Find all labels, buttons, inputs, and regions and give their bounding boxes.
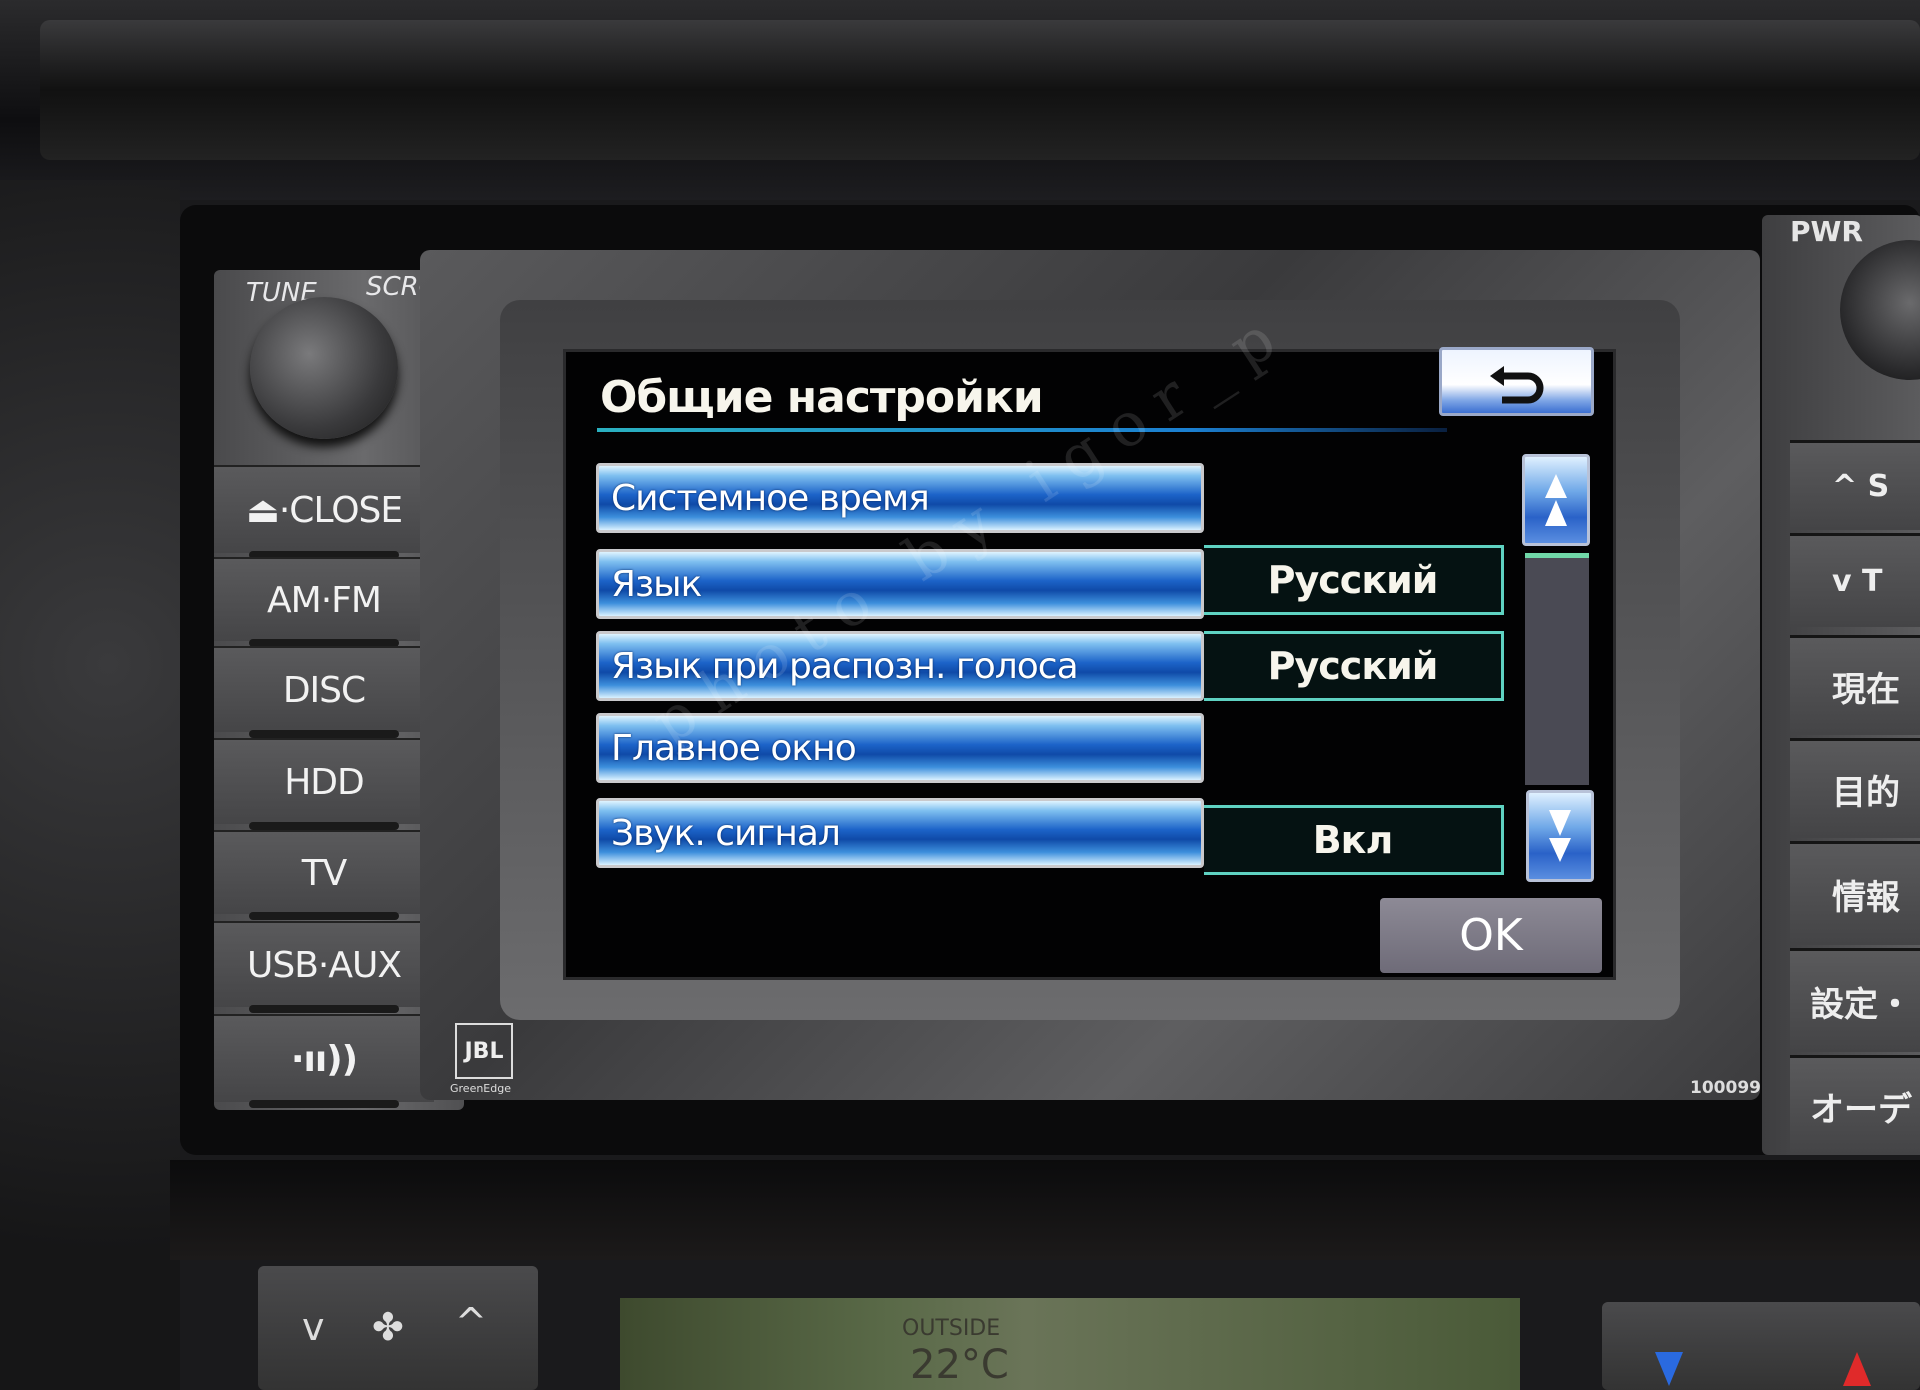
temperature-control-panel <box>1602 1302 1920 1390</box>
serial-number: 100099 <box>1690 1078 1761 1098</box>
temp-up-icon[interactable] <box>1843 1352 1871 1386</box>
disc-button[interactable]: DISC <box>214 646 434 738</box>
tv-button[interactable]: TV <box>214 830 434 920</box>
destination-button[interactable]: 目的 <box>1790 738 1920 838</box>
audio-button[interactable]: オーデ <box>1790 1055 1920 1155</box>
fan-icon: ✤ <box>372 1305 404 1349</box>
seek-down-button[interactable]: v T <box>1790 533 1920 627</box>
tune-scroll-knob[interactable] <box>250 297 398 439</box>
row-label: Язык <box>611 563 702 605</box>
air-vent <box>40 20 1920 160</box>
row-label: Системное время <box>611 477 930 519</box>
beep-value: Вкл <box>1204 805 1504 875</box>
row-label: Звук. сигнал <box>611 812 841 854</box>
current-location-button[interactable]: 現在 <box>1790 635 1920 735</box>
voice-button[interactable]: ·ıı)) <box>214 1014 434 1108</box>
temp-down-icon[interactable] <box>1655 1352 1683 1386</box>
row-label: Главное окно <box>611 727 857 769</box>
title-separator <box>597 428 1447 432</box>
lower-trim <box>170 1160 1920 1260</box>
voice-language-value: Русский <box>1204 631 1504 701</box>
climate-display <box>620 1298 1520 1390</box>
fan-down-button[interactable]: v <box>302 1305 325 1349</box>
double-chevron-down-icon <box>1549 810 1571 862</box>
scrollbar-track[interactable] <box>1525 553 1589 785</box>
pwr-label: PWR <box>1790 215 1863 248</box>
outside-temperature: 22°C <box>910 1342 1009 1388</box>
page-title: Общие настройки <box>600 372 1044 423</box>
seek-up-button[interactable]: ^ S <box>1790 440 1920 530</box>
return-arrow-icon <box>1489 365 1543 403</box>
scroll-down-button[interactable] <box>1526 790 1594 882</box>
jbl-logo: JBL <box>455 1023 513 1079</box>
fan-up-button[interactable]: ^ <box>455 1300 487 1344</box>
double-chevron-up-icon <box>1545 474 1567 526</box>
setup-button[interactable]: 設定・ <box>1790 948 1920 1052</box>
row-beep[interactable]: Звук. сигнал <box>596 798 1204 868</box>
am-fm-button[interactable]: AM·FM <box>214 557 434 647</box>
greenedge-logo: GreenEdge <box>450 1082 511 1095</box>
language-value: Русский <box>1204 545 1504 615</box>
scroll-up-button[interactable] <box>1522 454 1590 546</box>
close-button[interactable]: ⏏·CLOSE <box>214 465 434 559</box>
info-button[interactable]: 情報 <box>1790 841 1920 945</box>
hdd-button[interactable]: HDD <box>214 738 434 830</box>
ok-button[interactable]: OK <box>1380 898 1602 973</box>
leather-trim <box>0 180 180 1390</box>
back-button[interactable] <box>1439 347 1594 416</box>
usb-aux-button[interactable]: USB·AUX <box>214 921 434 1013</box>
outside-label: OUTSIDE <box>902 1316 1001 1341</box>
